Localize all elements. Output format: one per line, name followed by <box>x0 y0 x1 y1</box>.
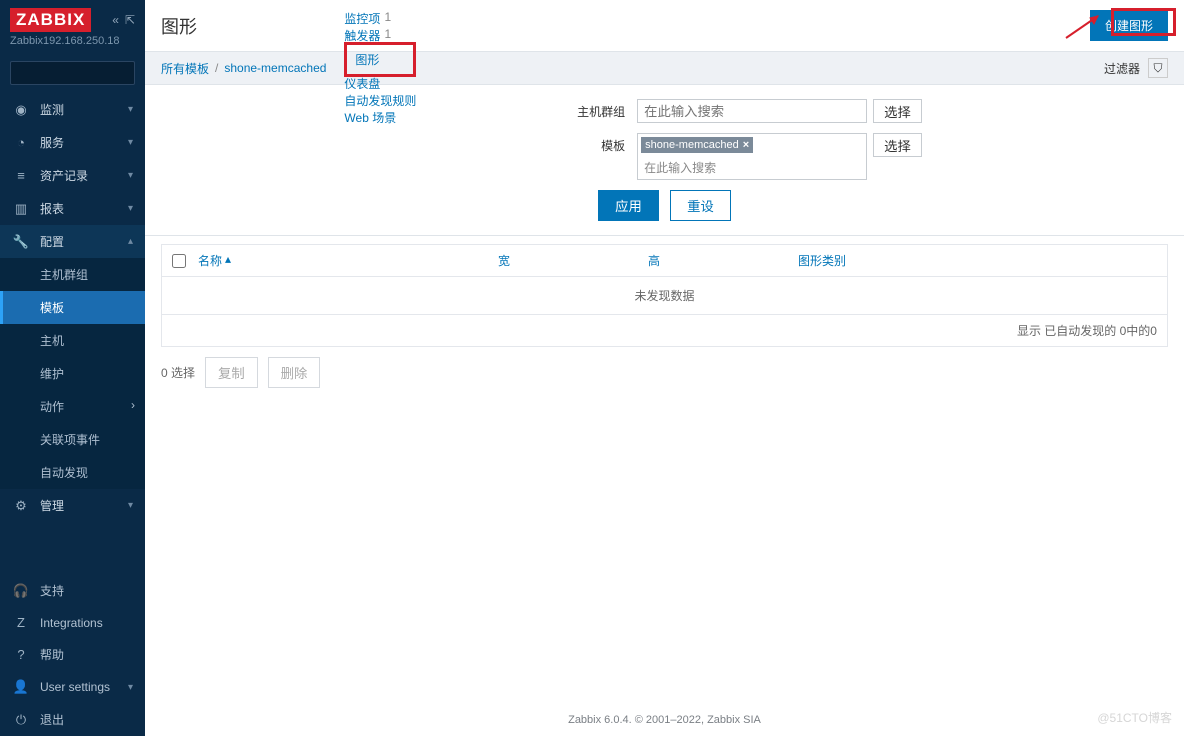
copy-button: 复制 <box>205 357 258 388</box>
chevron-icon: ▾ <box>128 500 133 511</box>
filter-panel: 主机群组 选择 模板 shone-memcached× 在此输入搜索 选择 应用… <box>145 85 1184 236</box>
server-label: Zabbix192.168.250.18 <box>10 35 135 47</box>
col-name[interactable]: 名称▴ <box>198 252 498 269</box>
icon: 👤 <box>12 679 30 695</box>
selection-count: 0 选择 <box>161 364 195 381</box>
page-title: 图形 <box>161 13 197 39</box>
collapse-icon[interactable]: « <box>112 13 119 27</box>
no-data: 未发现数据 <box>162 277 1167 314</box>
hostgroup-input[interactable] <box>637 99 867 123</box>
bottom-支持[interactable]: 🎧支持 <box>0 574 145 607</box>
bottom-User settings[interactable]: 👤User settings▾ <box>0 671 145 703</box>
tab-图形[interactable]: 图形 <box>344 42 416 77</box>
icon: Z <box>12 615 30 630</box>
subnav-关联项事件[interactable]: 关联项事件 <box>0 423 145 456</box>
chevron-icon: ▾ <box>128 203 133 214</box>
icon: 🎧 <box>12 583 30 599</box>
sidebar: ZABBIX « ⇱ Zabbix192.168.250.18 🔍 ◉监测▾◔服… <box>0 0 145 736</box>
delete-button: 删除 <box>268 357 321 388</box>
col-width[interactable]: 宽 <box>498 252 648 269</box>
apply-button[interactable]: 应用 <box>598 190 659 221</box>
template-select-button[interactable]: 选择 <box>873 133 922 157</box>
main: 图形 创建图形 所有模板 / shone-memcached 监控项1触发器1图… <box>145 0 1184 736</box>
nav-管理[interactable]: ⚙管理▾ <box>0 489 145 522</box>
chevron-right-icon: › <box>131 398 135 412</box>
template-tag: shone-memcached× <box>641 137 753 153</box>
icon: ? <box>12 647 30 662</box>
reset-button[interactable]: 重设 <box>670 190 731 221</box>
nav-监测[interactable]: ◉监测▾ <box>0 93 145 126</box>
results-table: 名称▴ 宽 高 图形类别 未发现数据 显示 已自动发现的 0中的0 <box>161 244 1168 347</box>
chevron-icon: ▴ <box>128 236 133 247</box>
bottom-Integrations[interactable]: ZIntegrations <box>0 607 145 638</box>
nav-icon: ⚙ <box>12 498 30 514</box>
subnav-主机[interactable]: 主机 <box>0 324 145 357</box>
filter-label[interactable]: 过滤器 <box>1104 60 1140 77</box>
nav-服务[interactable]: ◔服务▾ <box>0 126 145 159</box>
tabs-row: 所有模板 / shone-memcached 监控项1触发器1图形仪表盘自动发现… <box>145 51 1184 85</box>
subnav-动作[interactable]: 动作› <box>0 390 145 423</box>
nav-icon: ≡ <box>12 168 30 183</box>
nav-icon: ▥ <box>12 201 30 217</box>
nav-资产记录[interactable]: ≡资产记录▾ <box>0 159 145 192</box>
col-type[interactable]: 图形类别 <box>798 252 1157 269</box>
subnav-主机群组[interactable]: 主机群组 <box>0 258 145 291</box>
template-label: 模板 <box>407 133 637 154</box>
bottom-帮助[interactable]: ?帮助 <box>0 638 145 671</box>
sidebar-search[interactable]: 🔍 <box>10 61 135 85</box>
popout-icon[interactable]: ⇱ <box>125 13 135 27</box>
nav-报表[interactable]: ▥报表▾ <box>0 192 145 225</box>
subnav-维护[interactable]: 维护 <box>0 357 145 390</box>
nav-配置[interactable]: 🔧配置▴ <box>0 225 145 258</box>
nav-icon: ◉ <box>12 102 30 118</box>
page-footer: Zabbix 6.0.4. © 2001–2022, Zabbix SIA <box>145 704 1184 736</box>
hostgroup-label: 主机群组 <box>407 99 637 120</box>
create-graph-button[interactable]: 创建图形 <box>1090 10 1168 41</box>
breadcrumb-template[interactable]: shone-memcached <box>224 61 326 75</box>
nav-icon: ◔ <box>12 135 30 150</box>
chevron-icon: ▾ <box>128 170 133 181</box>
watermark: @51CTO博客 <box>1097 709 1172 726</box>
subnav-自动发现[interactable]: 自动发现 <box>0 456 145 489</box>
col-height[interactable]: 高 <box>648 252 798 269</box>
chevron-icon: ▾ <box>128 682 133 693</box>
breadcrumb-root[interactable]: 所有模板 <box>161 60 209 77</box>
chevron-icon: ▾ <box>128 137 133 148</box>
nav-icon: 🔧 <box>12 234 30 250</box>
filter-icon[interactable]: ⛉ <box>1148 58 1168 78</box>
icon: ⏻ <box>12 712 30 728</box>
tab-监控项[interactable]: 监控项1 <box>344 10 416 27</box>
bottom-退出[interactable]: ⏻退出 <box>0 703 145 736</box>
select-all-checkbox[interactable] <box>172 254 186 268</box>
logo[interactable]: ZABBIX <box>10 8 91 32</box>
subnav-模板[interactable]: 模板 <box>0 291 145 324</box>
remove-tag-icon[interactable]: × <box>743 139 749 151</box>
chevron-icon: ▾ <box>128 104 133 115</box>
hostgroup-select-button[interactable]: 选择 <box>873 99 922 123</box>
template-input[interactable]: shone-memcached× 在此输入搜索 <box>637 133 867 180</box>
table-footer: 显示 已自动发现的 0中的0 <box>162 314 1167 346</box>
